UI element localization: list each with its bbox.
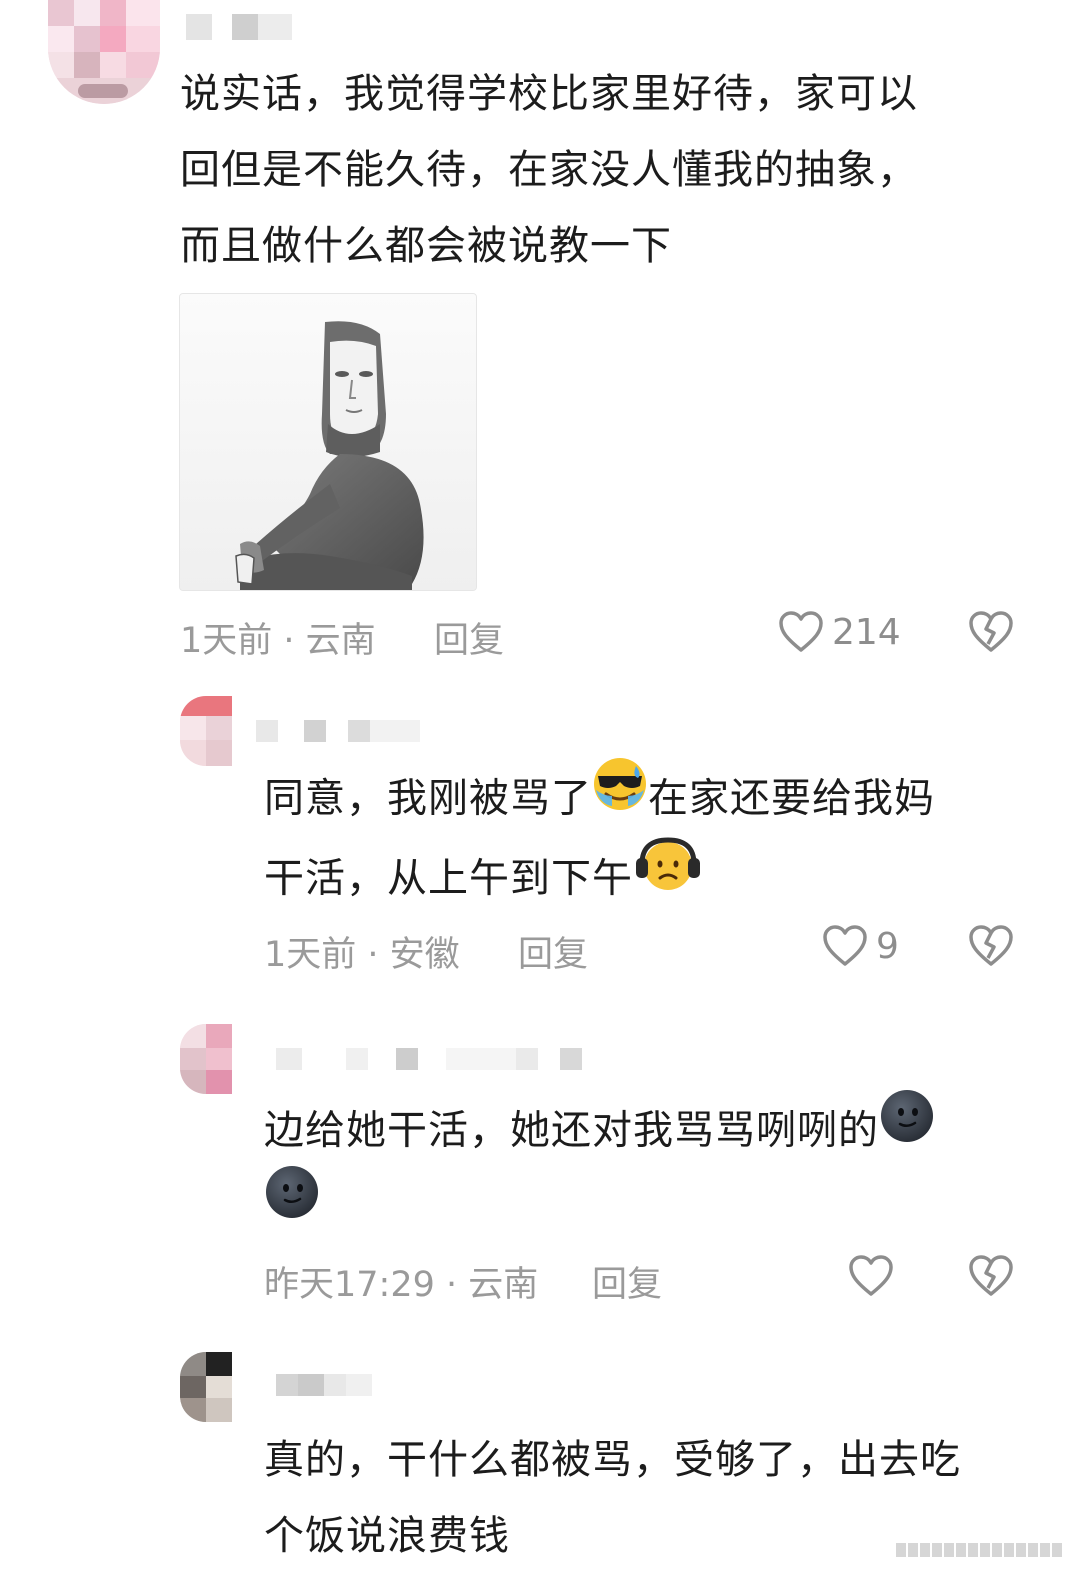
comment-text-line: 边给她干活，她还对我骂骂咧咧的: [264, 1090, 935, 1173]
dark-smile-face-emoji: [264, 1164, 320, 1245]
dark-smile-face-emoji: [879, 1088, 935, 1169]
like-button[interactable]: [848, 1254, 894, 1298]
like-button[interactable]: 214: [778, 610, 901, 654]
comment-text-line: 个饭说浪费钱: [264, 1513, 510, 1559]
comment-time-location: 昨天17:29 · 云南: [264, 1265, 539, 1305]
avatar[interactable]: [180, 696, 232, 766]
headphones-frown-emoji: [633, 834, 703, 919]
comment-text-line: 回但是不能久待，在家没人懂我的抽象，: [180, 147, 918, 193]
sitting-figure-illustration: [180, 294, 476, 590]
like-count: 214: [832, 611, 901, 653]
comment-text-line: 干活，从上午到下午: [264, 837, 703, 923]
watermark-blurred: [896, 1543, 1062, 1557]
meme-sticker-image[interactable]: [179, 293, 477, 591]
broken-heart-icon: [969, 925, 1013, 966]
comment-text-segment: 同意，我刚被骂了: [264, 775, 592, 822]
heart-outline-icon: [823, 925, 867, 966]
reply-button[interactable]: 回复: [518, 926, 588, 977]
comment-text-line: 而且做什么都会被说教一下: [180, 223, 672, 269]
username-blurred[interactable]: [186, 14, 306, 42]
comment-text-line: 说实话，我觉得学校比家里好待，家可以: [180, 71, 918, 117]
comment-text-segment: 干活，从上午到下午: [264, 855, 633, 902]
avatar[interactable]: [48, 0, 160, 104]
heart-outline-icon: [779, 611, 823, 652]
like-button[interactable]: 9: [822, 924, 899, 968]
heart-outline-icon: [849, 1255, 893, 1296]
comment-text-line: [264, 1166, 320, 1249]
broken-heart-icon: [969, 611, 1013, 652]
dislike-button[interactable]: [968, 610, 1014, 658]
broken-heart-icon: [969, 1255, 1013, 1296]
avatar[interactable]: [180, 1352, 232, 1422]
comment-time-location: 1天前 · 安徽: [264, 935, 460, 975]
reply-button[interactable]: 回复: [434, 612, 504, 663]
dislike-button[interactable]: [968, 924, 1014, 972]
comment-text-segment: 在家还要给我妈: [648, 775, 935, 822]
username-blurred[interactable]: [256, 720, 426, 744]
cool-face-sweat-emoji: [592, 756, 648, 837]
comment-text-line: 同意，我刚被骂了 在家还要给我妈: [264, 758, 935, 841]
comment-text-segment: 边给她干活，她还对我骂骂咧咧的: [264, 1107, 879, 1154]
like-count: 9: [876, 925, 899, 967]
comment-text-line: 真的，干什么都被骂，受够了，出去吃: [264, 1437, 961, 1483]
comment-time-location: 1天前 · 云南: [180, 621, 376, 661]
username-blurred[interactable]: [276, 1048, 586, 1072]
reply-button[interactable]: 回复: [592, 1256, 662, 1307]
dislike-button[interactable]: [968, 1254, 1014, 1302]
avatar[interactable]: [180, 1024, 232, 1094]
username-blurred[interactable]: [276, 1374, 386, 1398]
